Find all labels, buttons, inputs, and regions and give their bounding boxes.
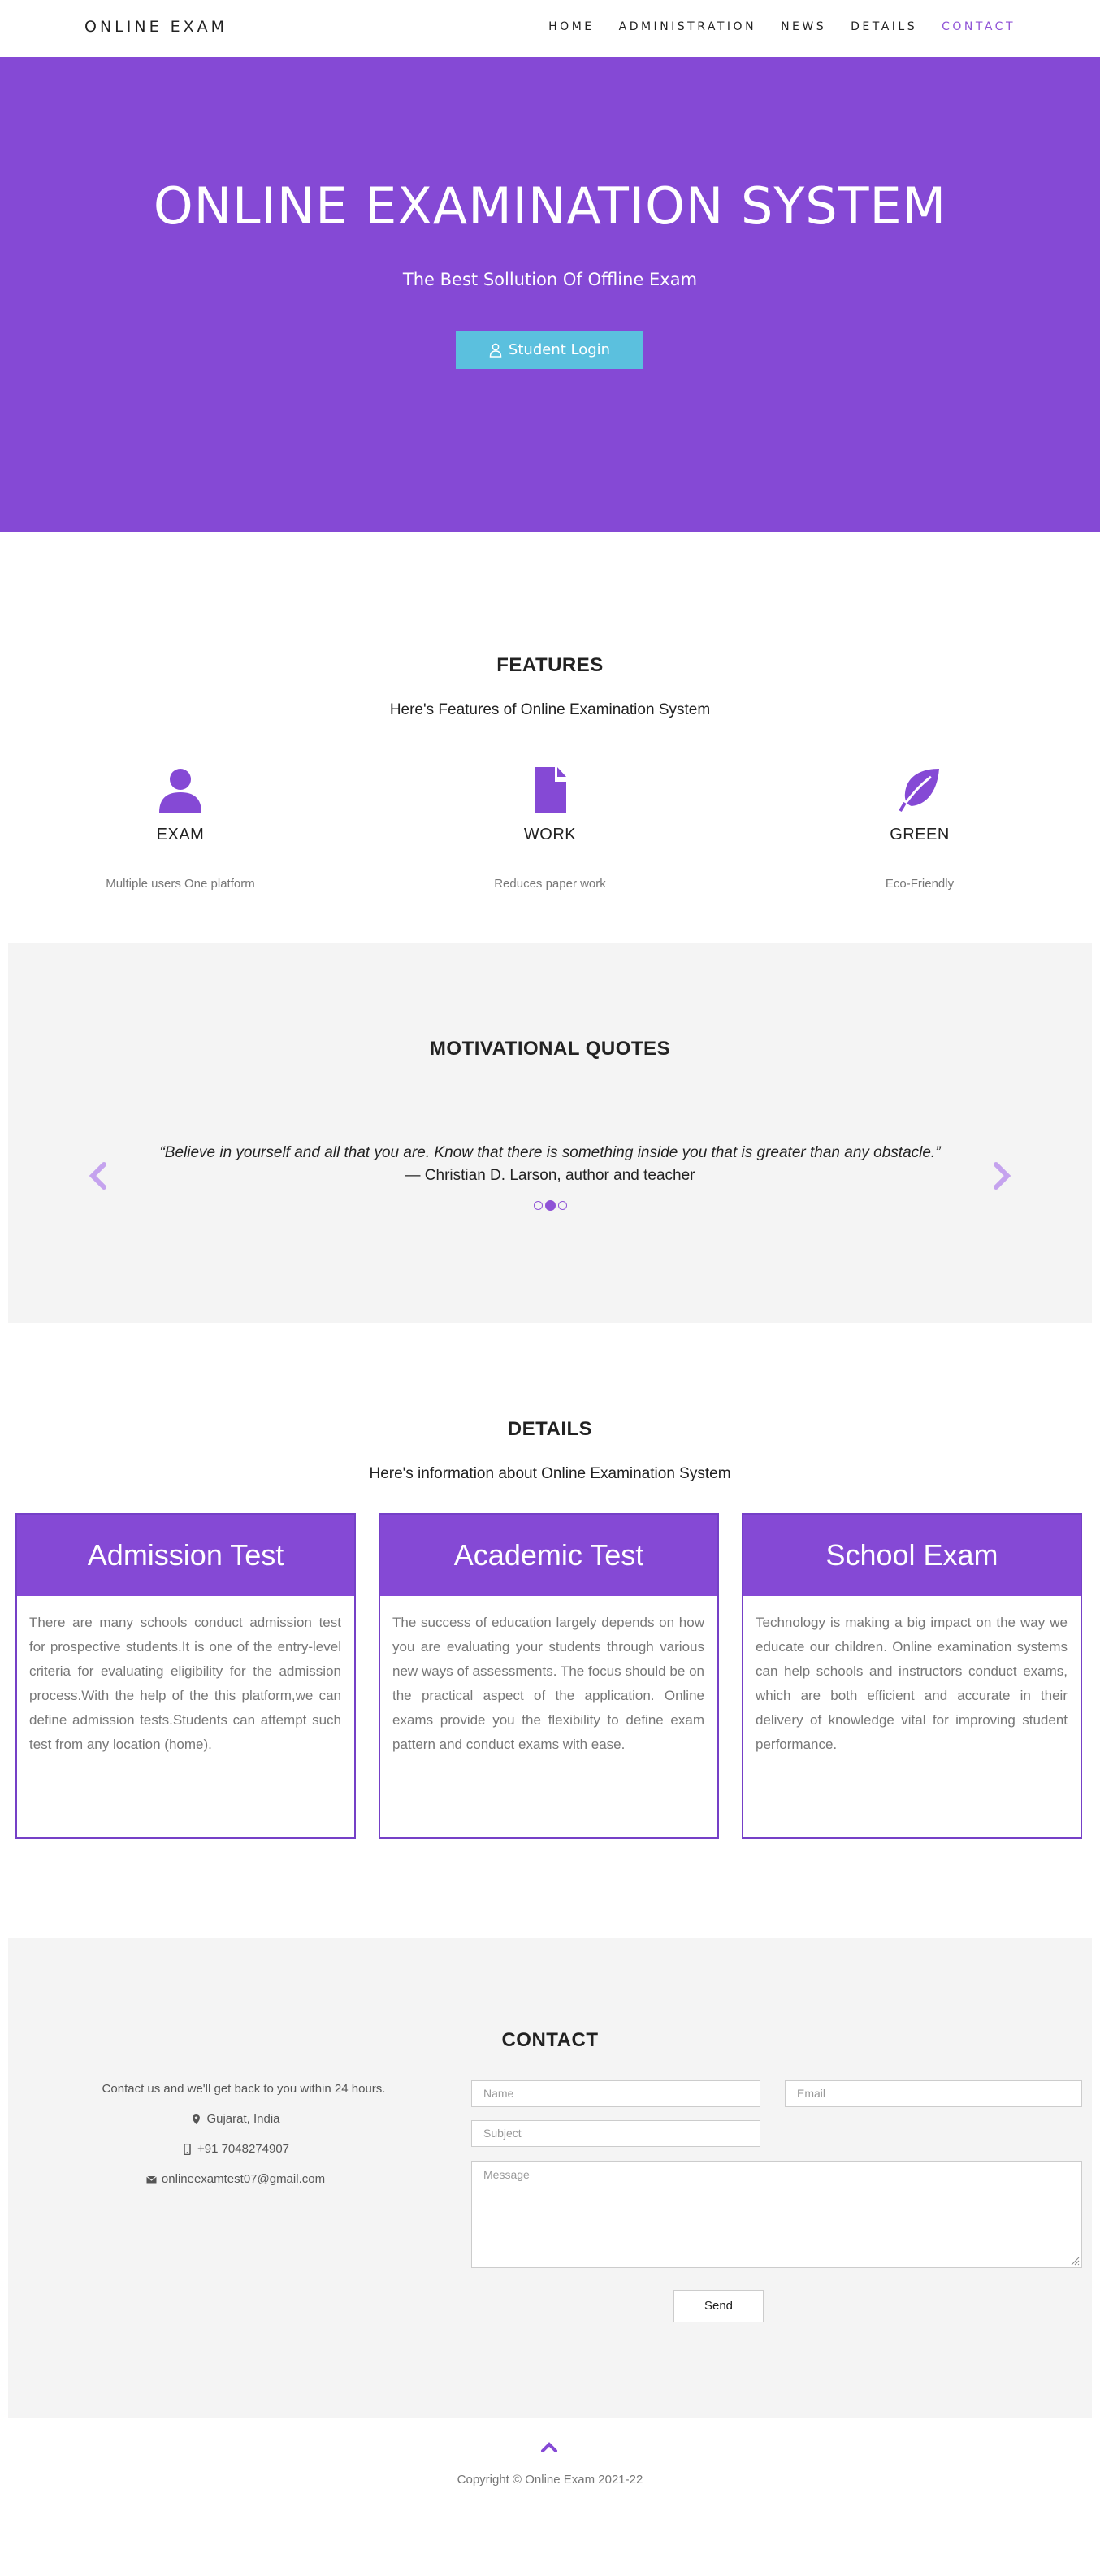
card-text: The success of education largely depends… xyxy=(392,1615,704,1752)
leaf-icon xyxy=(899,769,939,813)
feature-desc: Reduces paper work xyxy=(494,877,606,891)
hero-subtitle: The Best Sollution Of Offline Exam xyxy=(402,270,698,289)
contact-section: CONTACT Contact us and we'll get back to… xyxy=(8,1938,1092,2418)
hero-banner: ONLINE EXAMINATION SYSTEM The Best Sollu… xyxy=(0,57,1100,532)
nav-link-details[interactable]: DETAILS xyxy=(851,20,917,33)
nav-link-news[interactable]: NEWS xyxy=(781,20,826,33)
resize-handle-icon[interactable] xyxy=(1070,2256,1080,2266)
feature-desc: Eco-Friendly xyxy=(885,877,955,891)
feature-work: WORK Reduces paper work xyxy=(428,765,672,891)
features-subtitle: Here's Features of Online Examination Sy… xyxy=(389,701,711,718)
quotes-carousel: MOTIVATIONAL QUOTES “Believe in yourself… xyxy=(8,943,1092,1323)
map-marker-icon xyxy=(193,2114,201,2124)
card-text: Technology is making a big impact on the… xyxy=(756,1615,1068,1752)
phone-text: +91 7048274907 xyxy=(197,2142,290,2156)
carousel-dot[interactable] xyxy=(558,1201,567,1210)
carousel-indicators xyxy=(534,1200,567,1211)
navbar: ONLINE EXAM HOME ADMINISTRATION NEWS DET… xyxy=(0,0,1100,57)
features-title: FEATURES xyxy=(496,654,604,676)
email-text: onlineexamtest07@gmail.com xyxy=(161,2172,326,2186)
feature-name: EXAM xyxy=(156,826,205,843)
detail-card-academic: Academic Test The success of education l… xyxy=(379,1513,719,1839)
mobile-phone-icon xyxy=(184,2143,191,2155)
user-icon xyxy=(489,343,502,358)
contact-phone: +91 7048274907 xyxy=(8,2142,463,2156)
contact-location: Gujarat, India xyxy=(8,2112,463,2126)
name-input[interactable]: Name xyxy=(471,2080,760,2107)
quote-author: — Christian D. Larson, author and teache… xyxy=(405,1167,695,1184)
brand-logo[interactable]: ONLINE EXAM xyxy=(84,18,227,36)
email-input[interactable]: Email xyxy=(785,2080,1082,2107)
card-title: Admission Test xyxy=(17,1515,354,1596)
details-subtitle: Here's information about Online Examinat… xyxy=(369,1465,731,1482)
feature-green: GREEN Eco-Friendly xyxy=(798,765,1042,891)
feature-name: GREEN xyxy=(890,826,950,843)
detail-card-admission: Admission Test There are many schools co… xyxy=(15,1513,356,1839)
envelope-icon xyxy=(146,2175,157,2183)
nav-link-contact[interactable]: CONTACT xyxy=(942,20,1016,33)
feature-exam: EXAM Multiple users One platform xyxy=(58,765,302,891)
copyright-text: Copyright © Online Exam 2021-22 xyxy=(457,2473,643,2487)
nav-link-home[interactable]: HOME xyxy=(548,20,594,33)
chevron-right-icon[interactable] xyxy=(991,1162,1012,1190)
hero-title: ONLINE EXAMINATION SYSTEM xyxy=(153,176,947,236)
contact-email: onlineexamtest07@gmail.com xyxy=(8,2172,463,2186)
message-placeholder: Message xyxy=(483,2168,530,2181)
card-title: School Exam xyxy=(743,1515,1081,1596)
detail-card-school: School Exam Technology is making a big i… xyxy=(742,1513,1082,1839)
carousel-dot-active[interactable] xyxy=(545,1200,556,1211)
chevron-up-icon[interactable] xyxy=(539,2439,559,2454)
details-title: DETAILS xyxy=(507,1418,593,1440)
contact-title: CONTACT xyxy=(501,2029,599,2051)
contact-intro: Contact us and we'll get back to you wit… xyxy=(102,2082,386,2096)
feature-name: WORK xyxy=(523,826,577,843)
student-login-button[interactable]: Student Login xyxy=(456,331,643,369)
card-text: There are many schools conduct admission… xyxy=(29,1615,341,1752)
quote-text: “Believe in yourself and all that you ar… xyxy=(159,1144,941,1161)
file-icon xyxy=(535,767,566,813)
user-icon xyxy=(159,769,201,813)
feature-desc: Multiple users One platform xyxy=(106,877,255,891)
location-text: Gujarat, India xyxy=(206,2112,280,2126)
subject-input[interactable]: Subject xyxy=(471,2120,760,2147)
card-title: Academic Test xyxy=(380,1515,717,1596)
quotes-title: MOTIVATIONAL QUOTES xyxy=(429,1038,671,1060)
student-login-label: Student Login xyxy=(508,341,611,358)
message-textarea[interactable]: Message xyxy=(471,2161,1082,2268)
send-button[interactable]: Send xyxy=(673,2290,764,2322)
nav-menu: HOME ADMINISTRATION NEWS DETAILS CONTACT xyxy=(524,20,1016,33)
carousel-dot[interactable] xyxy=(534,1201,543,1210)
nav-link-administration[interactable]: ADMINISTRATION xyxy=(619,20,756,33)
